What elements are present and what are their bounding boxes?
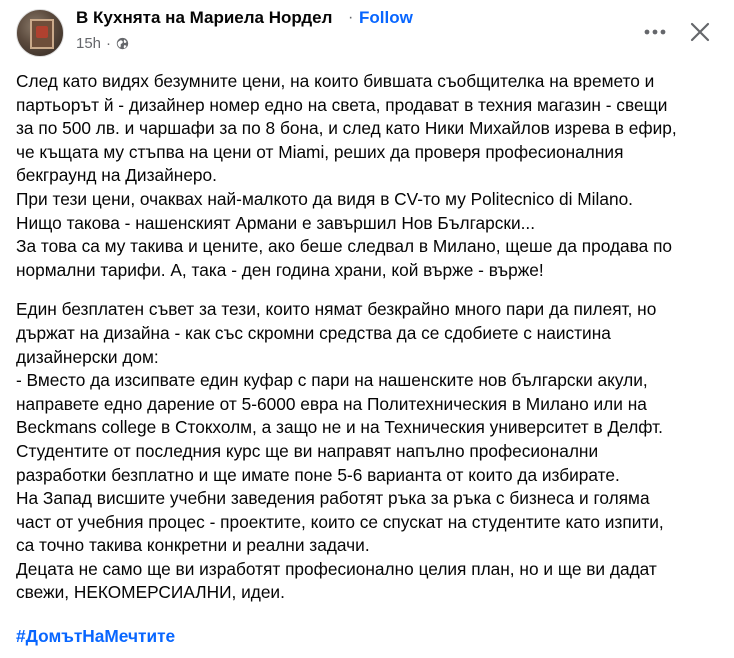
post-paragraph: След като видях безумните цени, на които…: [16, 70, 721, 282]
text-line: са точно такива конкретни и реални задач…: [16, 535, 370, 556]
meta-dot: ·: [106, 35, 112, 52]
text-line: - Вместо да изсипвате един куфар с пари …: [16, 370, 648, 391]
text-line: държат на дизайна - как със скромни сред…: [16, 322, 611, 343]
follow-button[interactable]: Follow: [359, 8, 413, 28]
page-avatar[interactable]: [16, 9, 64, 57]
post-header: В Кухнята на Мариела Нордел · Follow 15h…: [0, 0, 734, 62]
text-line: Студентите от последния курс ще ви напра…: [16, 440, 599, 461]
post-body: След като видях безумните цени, на които…: [16, 70, 721, 605]
post-meta: 15h ·: [76, 35, 129, 52]
post-timestamp[interactable]: 15h: [76, 35, 101, 52]
text-line: На Запад висшите учебни заведения работя…: [16, 488, 650, 509]
avatar-image: [30, 19, 54, 49]
text-line: За това са му такива и цените, ако беше …: [16, 236, 673, 257]
text-line: свежи, НЕКОМЕРСИАЛНИ, идеи.: [16, 582, 285, 603]
text-line: дизайнерски дом:: [16, 346, 159, 367]
globe-icon[interactable]: [116, 37, 129, 50]
name-separator: ·: [348, 9, 354, 26]
close-button[interactable]: [685, 17, 715, 47]
text-line: Beckmans college в Стокхолм, а защо не и…: [16, 417, 663, 438]
post-paragraph: Един безплатен съвет за тези, които няма…: [16, 298, 721, 605]
text-line: за по 500 лв. и чаршафи за по 8 бона, и …: [16, 118, 677, 139]
hashtag-link[interactable]: #ДомътНаМечтите: [16, 626, 175, 647]
more-options-button[interactable]: [641, 20, 669, 44]
close-icon: [690, 22, 710, 42]
text-line: Един безплатен съвет за тези, които няма…: [16, 299, 657, 320]
text-line: разработки безплатно и ще имате поне 5-6…: [16, 464, 620, 485]
text-line: направете едно дарение от 5-6000 евра на…: [16, 393, 647, 414]
text-line: част от учебния процес - проектите, коит…: [16, 511, 664, 532]
text-line: При тези цени, очаквах най-малкото да ви…: [16, 188, 633, 209]
text-line: бекграунд на Дизайнеро.: [16, 165, 217, 186]
text-line: Децата не само ще ви изработят професион…: [16, 558, 657, 579]
text-line: че къщата му стъпва на цени от Miami, ре…: [16, 141, 624, 162]
text-line: нормални тарифи. А, така - ден година хр…: [16, 259, 544, 280]
text-line: партьорът й - дизайнер номер едно на све…: [16, 94, 668, 115]
page-name-link[interactable]: В Кухнята на Мариела Нордел: [76, 8, 332, 28]
text-line: Нищо такова - нашенският Армани е завърш…: [16, 212, 536, 233]
more-options-icon: [644, 29, 666, 35]
text-line: След като видях безумните цени, на които…: [16, 71, 655, 91]
